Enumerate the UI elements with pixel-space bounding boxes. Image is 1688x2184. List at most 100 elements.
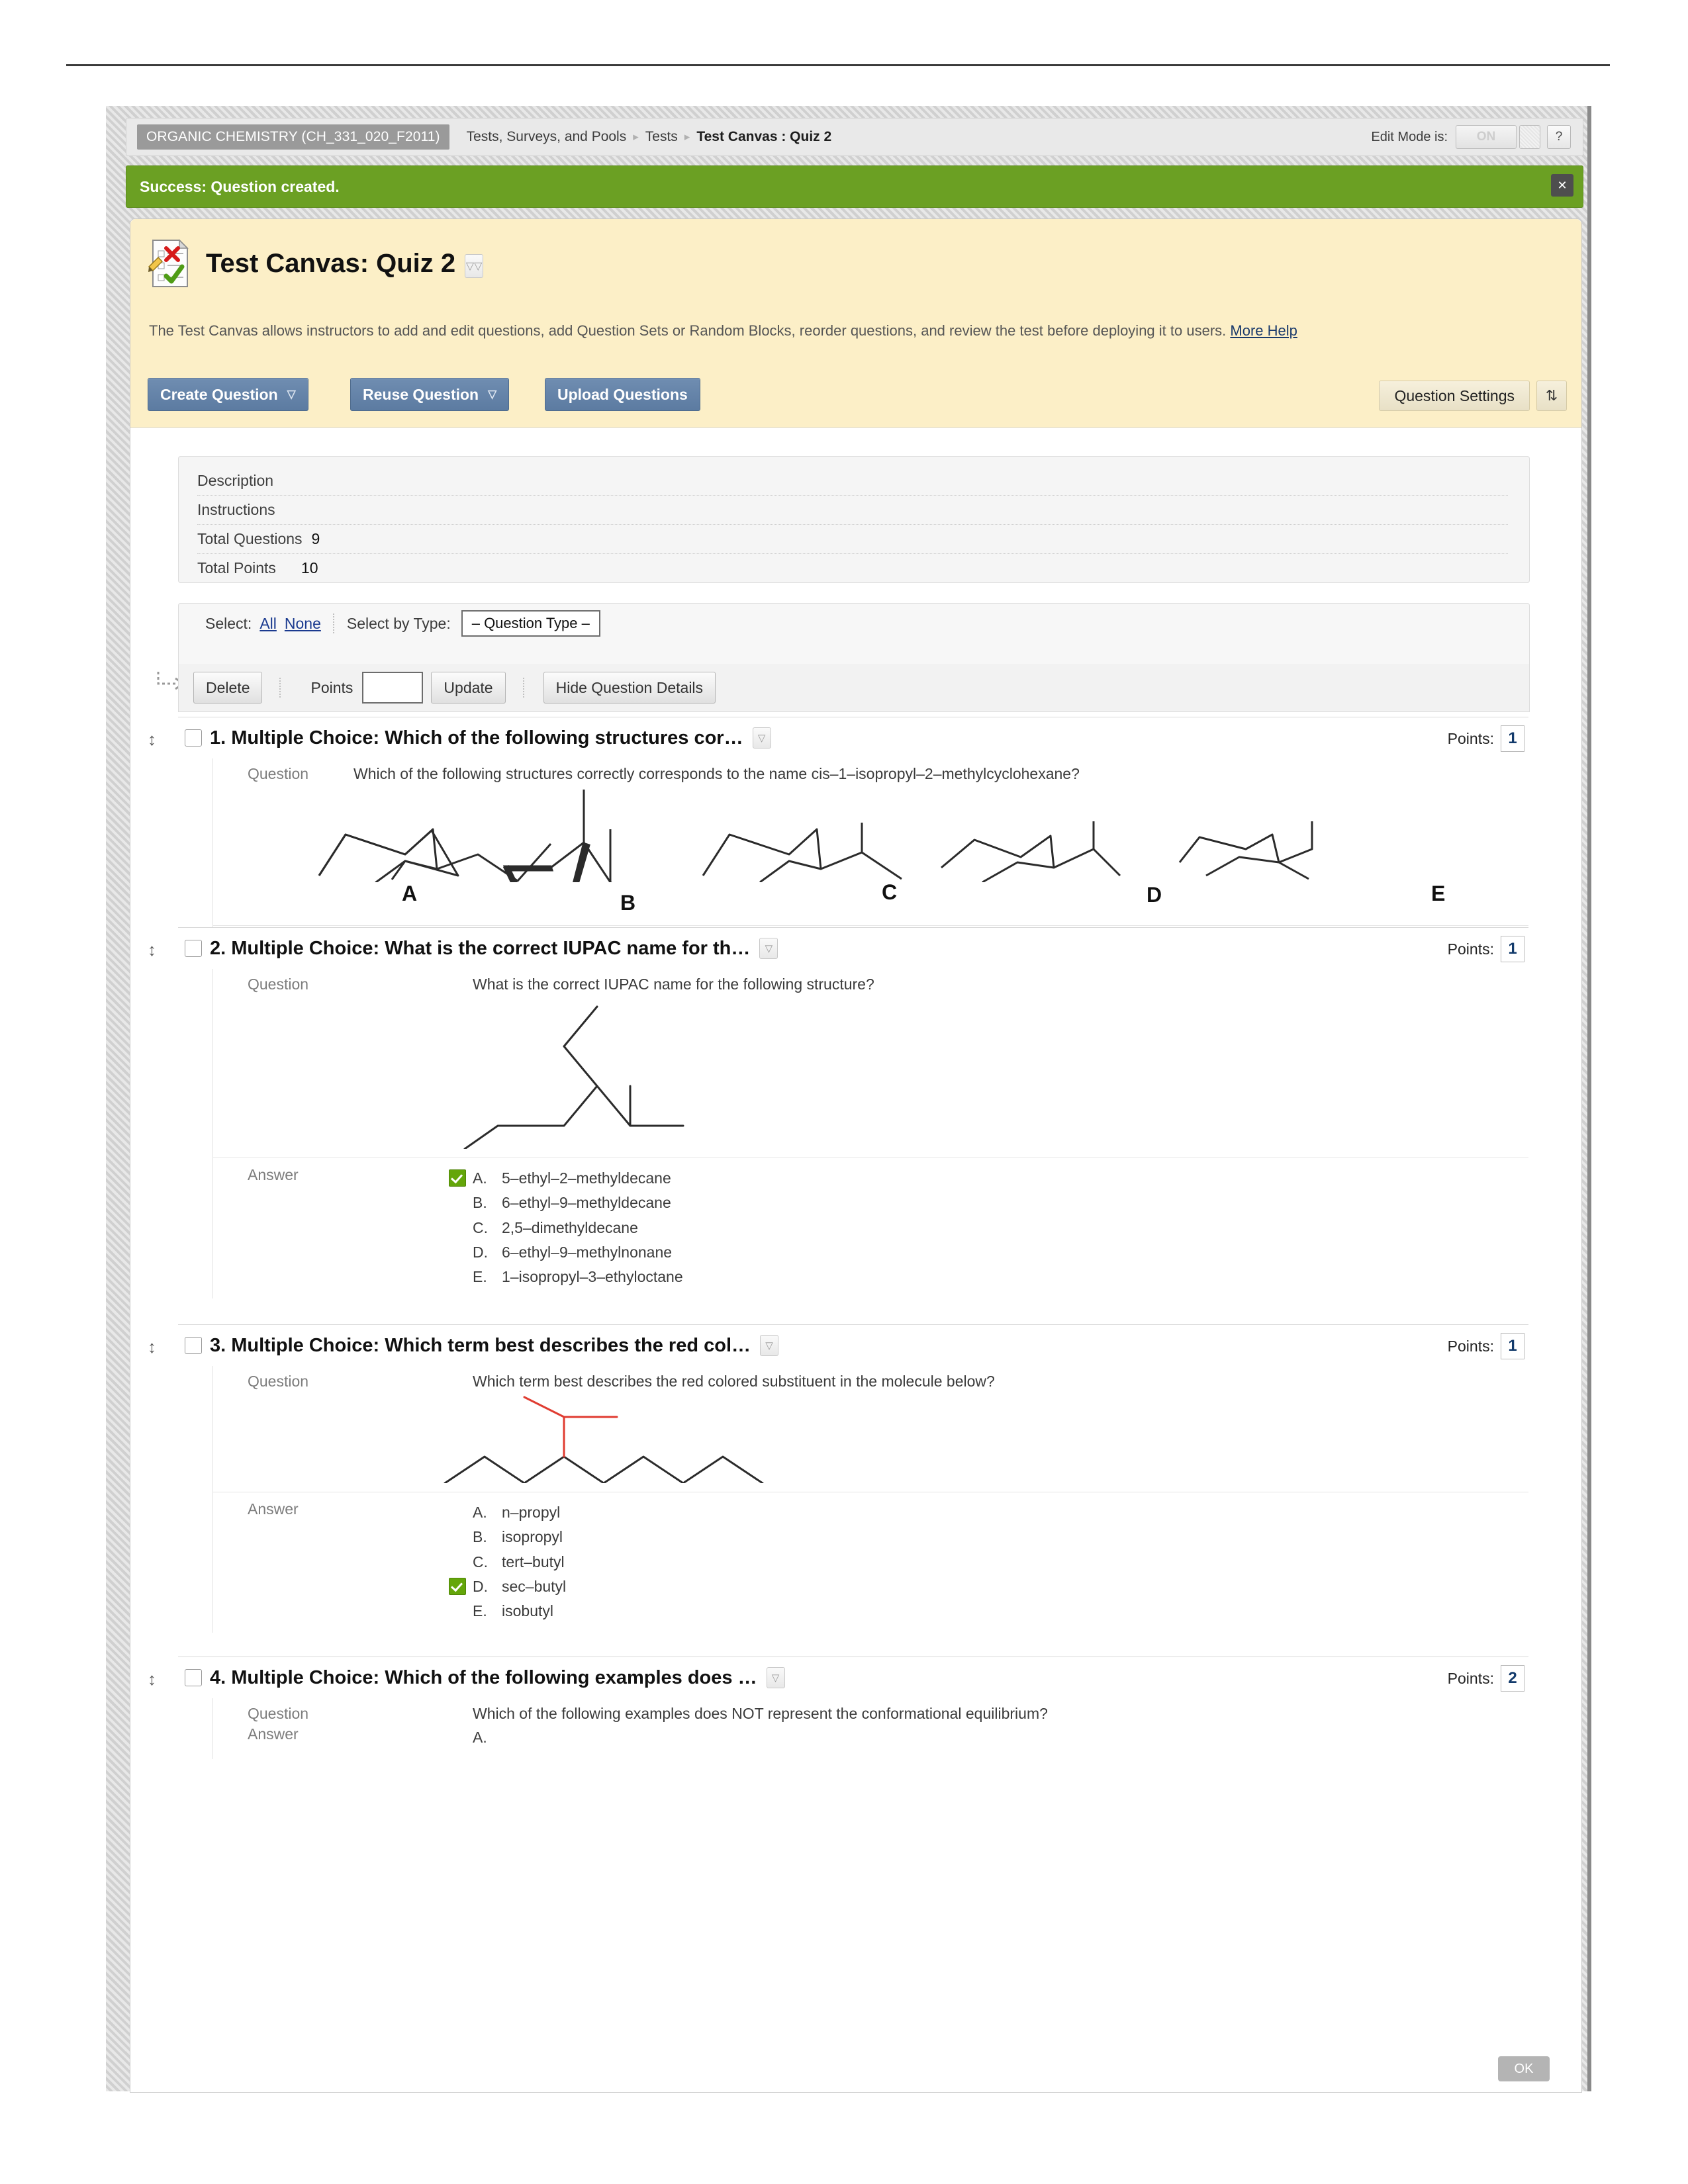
question-label: Question <box>248 1705 309 1722</box>
points-value[interactable]: 2 <box>1501 1665 1524 1692</box>
breadcrumb-item-tests-surveys-pools[interactable]: Tests, Surveys, and Pools <box>467 129 627 145</box>
question-points-4: Points: 2 <box>1448 1665 1524 1692</box>
upload-questions-button[interactable]: Upload Questions <box>545 378 700 411</box>
answer-option: A. 5–ethyl–2–methyldecane <box>449 1166 683 1191</box>
ok-button[interactable]: OK <box>1498 2056 1550 2081</box>
question-block-3: ↕ 3. Multiple Choice: Which term best de… <box>148 1324 1528 1633</box>
answer-option: A. <box>473 1725 502 1750</box>
answer-alpha: E. <box>473 1268 487 1285</box>
reuse-question-button[interactable]: Reuse Question ▽ <box>350 378 510 411</box>
question-checkbox-4[interactable] <box>185 1669 202 1686</box>
drag-handle-icon[interactable]: ↕ <box>148 1669 156 1690</box>
figure-letter: E <box>1431 882 1446 905</box>
points-value[interactable]: 1 <box>1501 1333 1524 1359</box>
page-root: ORGANIC CHEMISTRY (CH_331_020_F2011) Tes… <box>0 0 1688 2184</box>
answer-row-3: Answer A. n–propyl B. isopropyl C. tert–but… <box>213 1492 1528 1623</box>
sort-arrows-icon[interactable]: ⇅ <box>1536 381 1567 411</box>
question-header-2: 2. Multiple Choice: What is the correct … <box>178 928 1528 969</box>
chevron-down-icon[interactable]: ▽ <box>760 1335 778 1356</box>
answer-label: Answer <box>248 1725 299 1743</box>
edit-mode-switch-knob[interactable] <box>1519 125 1540 149</box>
answer-text: 5–ethyl–2–methyldecane <box>502 1169 671 1187</box>
figure-letter-row-1: A B C D E <box>213 880 1528 920</box>
top-divider <box>66 64 1610 66</box>
chevron-down-icon[interactable]: ▽▽ <box>465 254 484 278</box>
success-message: Success: Question created. <box>140 177 340 195</box>
question-points-2: Points: 1 <box>1448 936 1524 962</box>
figure-letter: D <box>1147 883 1162 907</box>
page-header-area: Test Canvas: Quiz 2 ▽▽ The Test Canvas a… <box>130 219 1581 428</box>
answer-alpha: C. <box>473 1218 488 1236</box>
hide-question-details-button[interactable]: Hide Question Details <box>543 672 716 704</box>
question-checkbox-3[interactable] <box>185 1337 202 1354</box>
course-pill[interactable]: ORGANIC CHEMISTRY (CH_331_020_F2011) <box>137 124 449 150</box>
close-icon[interactable]: ✕ <box>1551 174 1573 197</box>
answer-option: B. 6–ethyl–9–methyldecane <box>473 1191 683 1215</box>
answer-row-2: Answer A. 5–ethyl–2–methyldecane B. 6–ethy… <box>213 1158 1528 1289</box>
divider <box>522 678 525 698</box>
info-row-instructions: Instructions <box>197 495 1508 525</box>
answer-option: D. sec–butyl <box>449 1574 567 1599</box>
answer-text: tert–butyl <box>502 1553 565 1570</box>
info-value: 9 <box>311 529 320 547</box>
points-label: Points: <box>1447 940 1494 958</box>
points-label: Points: <box>1447 1337 1494 1355</box>
question-text-row-2: Question What is the correct IUPAC name … <box>213 976 1528 993</box>
drag-handle-icon[interactable]: ↕ <box>148 1337 156 1357</box>
answer-option: D. 6–ethyl–9–methylnonane <box>473 1240 683 1265</box>
breadcrumb: Tests, Surveys, and Pools ▸ Tests ▸ Test… <box>467 129 832 145</box>
more-help-link[interactable]: More Help <box>1230 322 1297 339</box>
question-header-4: 4. Multiple Choice: Which of the followi… <box>178 1657 1528 1698</box>
question-settings-button[interactable]: Question Settings <box>1379 381 1530 411</box>
update-button[interactable]: Update <box>431 672 506 704</box>
answer-text: 2,5–dimethyldecane <box>502 1218 638 1236</box>
chevron-down-icon[interactable]: ▽ <box>752 727 771 749</box>
page-description: The Test Canvas allows instructors to ad… <box>149 320 1519 341</box>
chevron-down-icon[interactable]: ▽ <box>759 938 778 959</box>
select-none-link[interactable]: None <box>285 615 321 633</box>
question-checkbox-2[interactable] <box>185 940 202 957</box>
drag-handle-icon[interactable]: ↕ <box>148 940 156 960</box>
points-control: Points <box>310 672 424 704</box>
question-checkbox-1[interactable] <box>185 729 202 747</box>
info-label: Description <box>197 471 274 489</box>
question-header-3: 3. Multiple Choice: Which term best desc… <box>178 1325 1528 1366</box>
chevron-right-icon: ▸ <box>633 130 639 143</box>
question-title-1: 1. Multiple Choice: Which of the followi… <box>210 727 743 749</box>
help-button[interactable]: ? <box>1547 125 1571 149</box>
points-input[interactable] <box>362 672 424 704</box>
drag-handle-icon[interactable]: ↕ <box>148 729 156 750</box>
correct-answer-icon <box>449 1169 466 1187</box>
question-title-3: 3. Multiple Choice: Which term best desc… <box>210 1334 751 1356</box>
answer-option: B. isopropyl <box>473 1525 566 1549</box>
question-points-3: Points: 1 <box>1448 1333 1524 1359</box>
question-text-4: Which of the following examples does NOT… <box>473 1705 1048 1722</box>
success-banner: Success: Question created. ✕ <box>126 165 1583 208</box>
chevron-down-icon[interactable]: ▽ <box>766 1667 785 1688</box>
edit-mode-toggle[interactable]: ON <box>1456 125 1517 149</box>
create-question-button[interactable]: Create Question ▽ <box>148 378 308 411</box>
answer-alpha: E. <box>473 1602 487 1619</box>
test-canvas-icon <box>148 238 191 289</box>
answer-text: sec–butyl <box>502 1577 567 1595</box>
test-info-box: Description Instructions Total Questions… <box>178 456 1530 583</box>
answer-label: Answer <box>248 1166 299 1183</box>
delete-button[interactable]: Delete <box>193 672 263 704</box>
answer-text: 1–isopropyl–3–ethyloctane <box>502 1268 683 1285</box>
breadcrumb-item-current: Test Canvas : Quiz 2 <box>696 129 832 144</box>
breadcrumb-item-tests[interactable]: Tests <box>645 129 678 145</box>
question-type-select[interactable]: – Question Type – <box>461 610 600 637</box>
title-row: Test Canvas: Quiz 2 ▽▽ <box>148 238 484 289</box>
question-text-1: Which of the following structures correc… <box>353 765 1080 782</box>
answer-list-2: A. 5–ethyl–2–methyldecane B. 6–ethyl–9–met… <box>449 1166 683 1289</box>
info-label: Total Questions <box>197 529 303 547</box>
select-all-link[interactable]: All <box>259 615 277 633</box>
points-label: Points: <box>1447 1669 1494 1687</box>
breadcrumb-bar: ORGANIC CHEMISTRY (CH_331_020_F2011) Tes… <box>126 118 1583 156</box>
answer-row-4: Answer A. <box>213 1723 1528 1750</box>
points-label: Points: <box>1447 729 1494 747</box>
points-value[interactable]: 1 <box>1501 936 1524 962</box>
points-value[interactable]: 1 <box>1501 725 1524 752</box>
figure-letter: B <box>620 891 636 915</box>
answer-label: Answer <box>248 1500 299 1518</box>
